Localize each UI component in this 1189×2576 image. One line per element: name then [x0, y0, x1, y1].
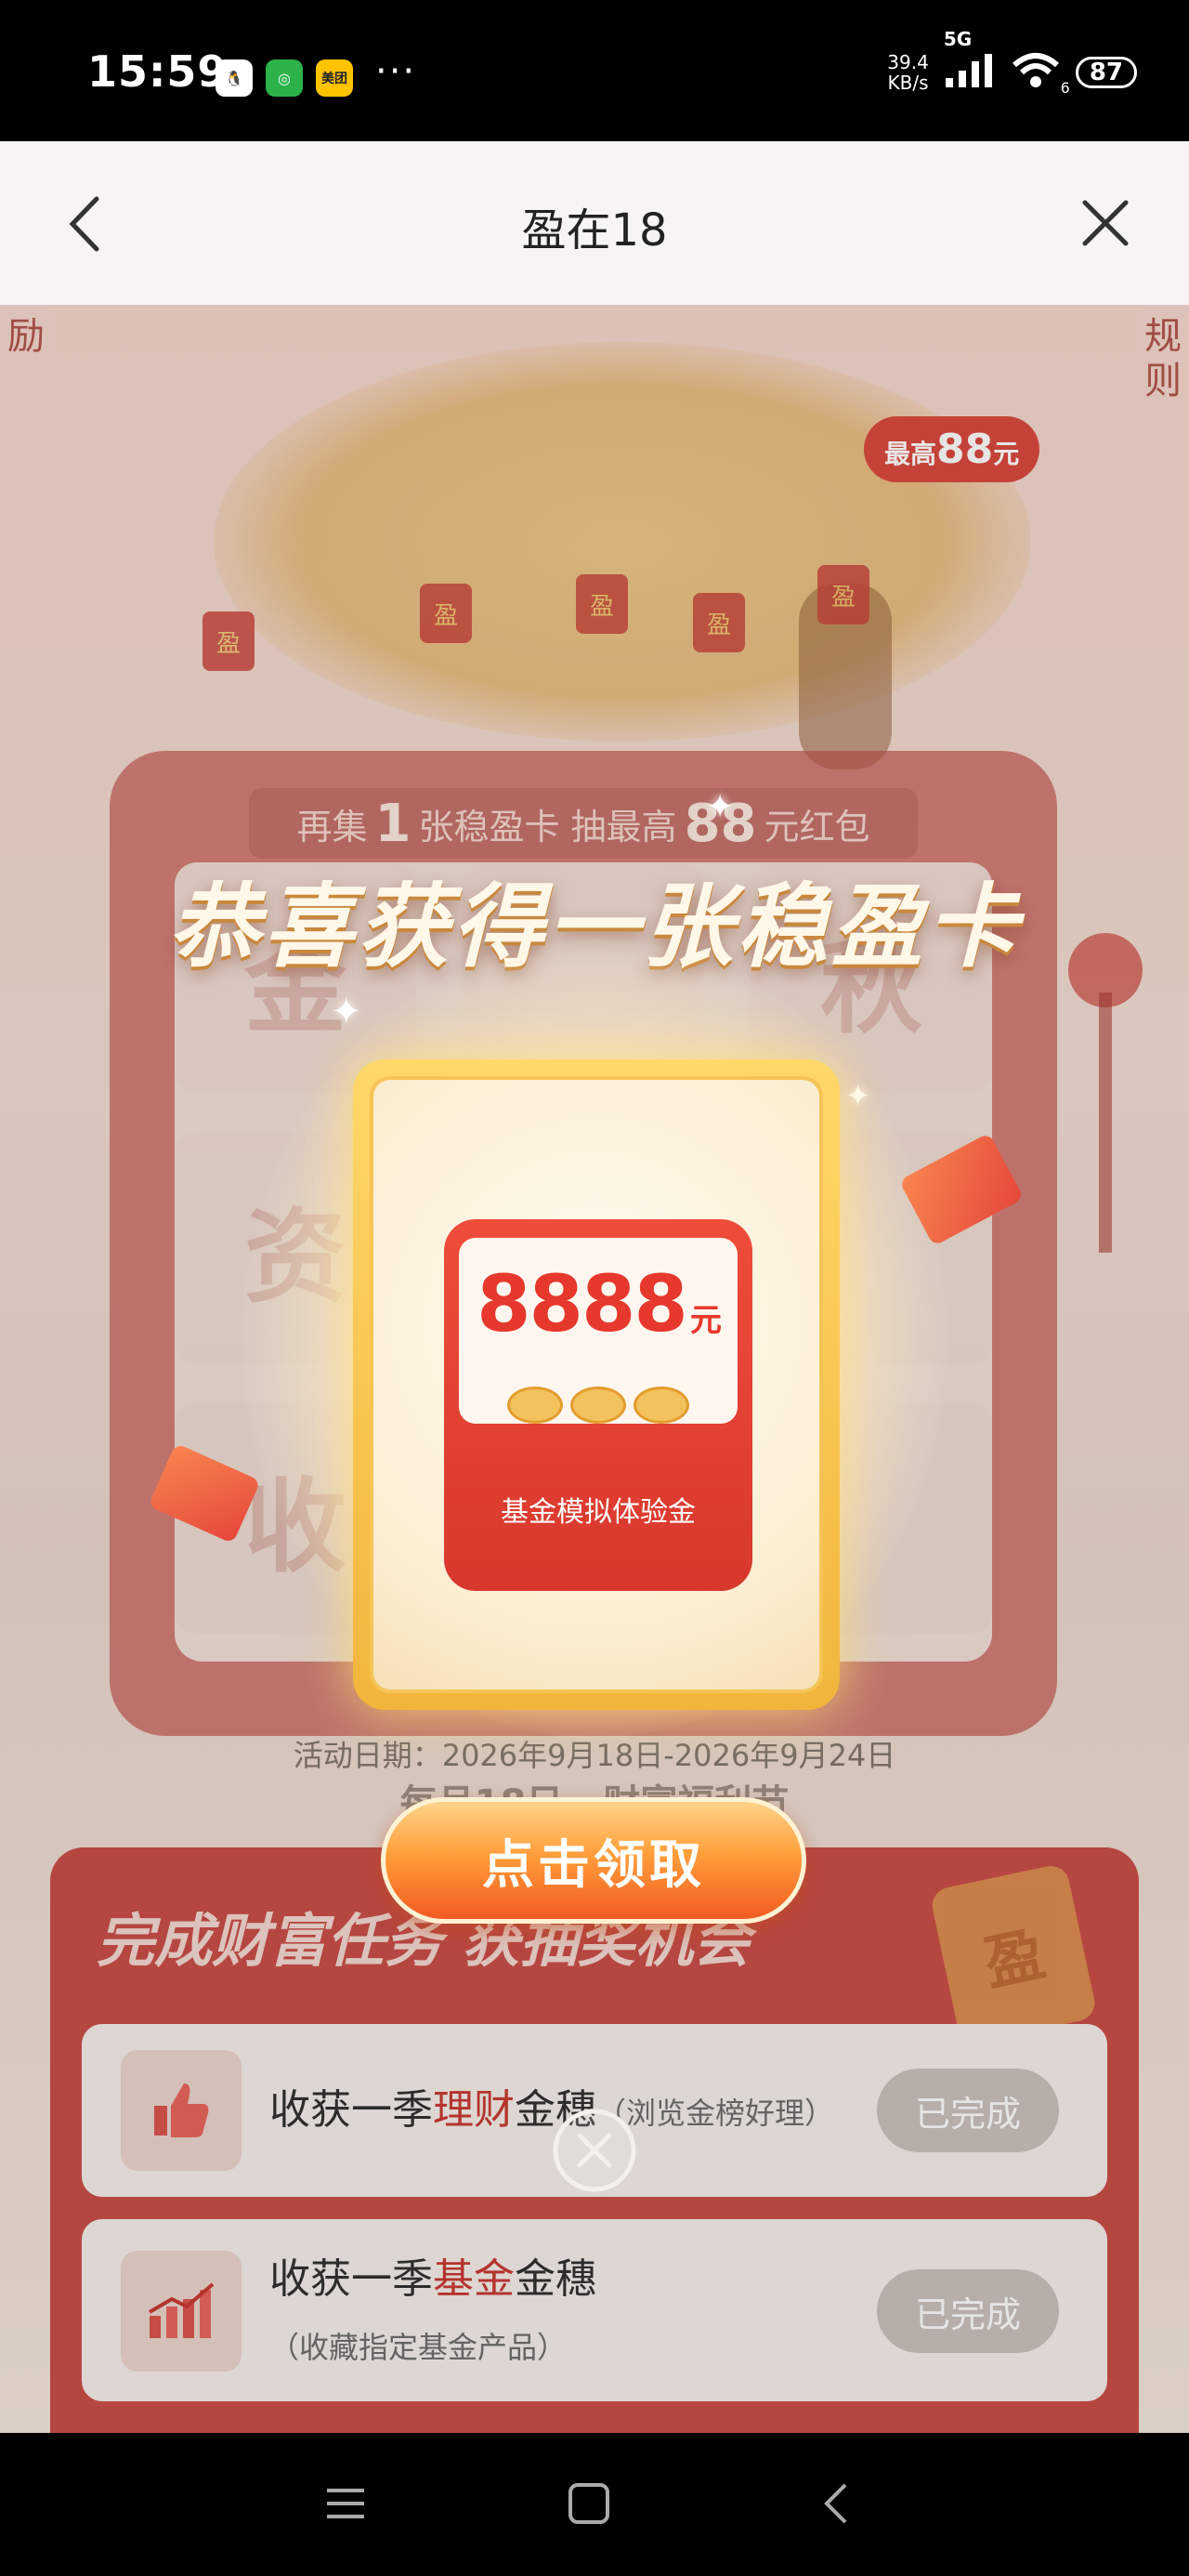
network-speed: 39.4 KB/s — [887, 52, 929, 93]
wifi-icon: 6 — [1011, 52, 1070, 97]
back-nav-button[interactable] — [810, 2476, 866, 2531]
status-indicators: 39.4 KB/s 5G 6 87 — [887, 28, 1137, 97]
network-type: 5G — [943, 28, 973, 50]
reward-amount: 8888 元 — [444, 1258, 752, 1349]
reward-label: 基金模拟体验金 — [501, 1496, 696, 1529]
page-title: 盈在18 — [521, 204, 668, 256]
wifi-band: 6 — [1060, 79, 1070, 97]
reward-amount-unit: 元 — [689, 1302, 722, 1339]
signal-icon: 5G — [944, 28, 996, 93]
red-envelope: 8888 元 基金模拟体验金 — [444, 1219, 752, 1591]
coin-icon — [634, 1387, 689, 1424]
network-speed-value: 39.4 — [887, 51, 929, 73]
menu-icon — [327, 2489, 364, 2518]
reward-amount-value: 8888 — [477, 1258, 688, 1349]
sparkle-icon: ✦ — [845, 1078, 870, 1113]
battery-icon: 87 — [1075, 57, 1137, 88]
system-nav-bar — [0, 2433, 1189, 2576]
sparkle-icon: ✦ — [706, 788, 735, 826]
more-notifications-icon: ··· — [375, 50, 417, 93]
reward-card-inner: 8888 元 基金模拟体验金 — [370, 1076, 823, 1693]
coin-icon — [570, 1387, 626, 1424]
reward-card: 8888 元 基金模拟体验金 — [353, 1059, 840, 1710]
wechat-icon: ◎ — [266, 59, 303, 97]
status-bar: 15:59 🐧 ◎ 美团 ··· 39.4 KB/s 5G 6 87 — [0, 0, 1189, 141]
title-bar: 盈在18 — [0, 141, 1189, 305]
close-button[interactable] — [1078, 195, 1133, 251]
network-speed-unit: KB/s — [887, 72, 929, 94]
qq-icon: 🐧 — [216, 59, 253, 97]
home-button[interactable] — [561, 2476, 617, 2531]
status-app-icons: 🐧 ◎ 美团 — [216, 59, 353, 97]
close-icon — [1082, 200, 1129, 246]
gold-coins-icon — [472, 1387, 725, 1442]
battery-level: 87 — [1089, 59, 1123, 86]
claim-button[interactable]: 点击领取 — [381, 1797, 806, 1924]
status-time: 15:59 — [87, 46, 229, 97]
meituan-icon: 美团 — [316, 59, 353, 97]
back-arrow-icon — [824, 2483, 847, 2524]
menu-button[interactable] — [318, 2476, 373, 2531]
home-icon — [568, 2483, 609, 2524]
sparkle-icon: ✦ — [331, 991, 362, 1033]
dialog-close-button[interactable] — [550, 2106, 639, 2195]
close-circle-icon — [553, 2109, 636, 2192]
coin-icon — [507, 1387, 563, 1424]
